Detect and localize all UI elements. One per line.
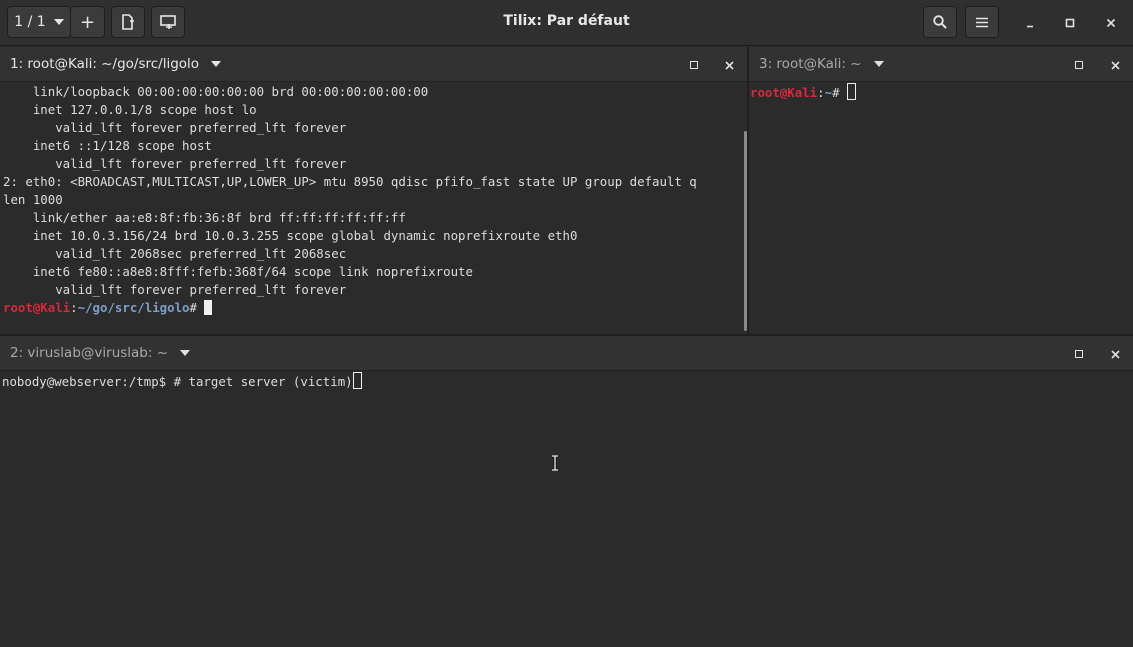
maximize-icon (1075, 350, 1083, 358)
close-icon (724, 60, 734, 70)
close-icon (1106, 18, 1116, 28)
close-icon (1110, 349, 1120, 359)
prompt-separator: : (817, 85, 825, 100)
add-right-icon (122, 14, 134, 30)
chevron-down-icon (53, 19, 64, 25)
minimize-icon (1027, 25, 1033, 28)
prompt-symbol: # (189, 300, 197, 315)
pane-3-title-button[interactable]: 3: root@Kali: ~ (759, 56, 884, 72)
pane-1-title-button[interactable]: 1: root@Kali: ~/go/src/ligolo (10, 56, 222, 72)
close-window-button[interactable] (1100, 12, 1122, 34)
terminal-pane-3[interactable]: 3: root@Kali: ~ root@Kali:~# (749, 47, 1133, 334)
pane-3-header: 3: root@Kali: ~ (749, 47, 1133, 82)
minimize-button[interactable] (1019, 12, 1041, 34)
close-icon (1110, 60, 1120, 70)
terminal-line: len 1000 (3, 192, 63, 207)
pane-2-title-button[interactable]: 2: viruslab@viruslab: ~ (10, 345, 191, 361)
pane-1-header: 1: root@Kali: ~/go/src/ligolo (0, 47, 747, 82)
terminal-pane-2[interactable]: 2: viruslab@viruslab: ~ nobody@webserver… (0, 336, 1133, 647)
pane-3-maximize-button[interactable] (1071, 57, 1087, 73)
add-terminal-right-button[interactable] (111, 6, 145, 38)
pane-3-title: 3: root@Kali: ~ (759, 56, 862, 72)
session-switcher-button[interactable]: 1 / 1 (7, 6, 71, 38)
terminal-line: link/ether aa:e8:8f:fb:36:8f brd ff:ff:f… (3, 210, 406, 225)
pane-2-header: 2: viruslab@viruslab: ~ (0, 336, 1133, 371)
terminal-output[interactable]: link/loopback 00:00:00:00:00:00 brd 00:0… (3, 83, 747, 317)
terminal-line: valid_lft forever preferred_lft forever (3, 156, 347, 171)
prompt-path: ~ (824, 85, 833, 100)
maximize-icon (1075, 61, 1083, 69)
prompt-user: root@Kali (3, 300, 71, 315)
prompt-line: root@Kali:~# (750, 83, 857, 100)
terminal-line: nobody@webserver:/tmp$ # target server (… (2, 374, 353, 389)
terminal-cursor (204, 300, 213, 315)
session-counter: 1 / 1 (14, 14, 46, 30)
pane-3-close-button[interactable] (1107, 57, 1123, 73)
terminal-line: inet6 ::1/128 scope host (3, 138, 212, 153)
text-cursor-icon (552, 455, 558, 471)
pane-1-maximize-button[interactable] (686, 57, 702, 73)
search-icon (933, 15, 947, 29)
pane-2-maximize-button[interactable] (1071, 346, 1087, 362)
add-terminal-down-button[interactable] (151, 6, 185, 38)
terminal-pane-1[interactable]: 1: root@Kali: ~/go/src/ligolo link/loopb… (0, 47, 747, 334)
add-session-button[interactable]: + (71, 6, 105, 38)
maximize-button[interactable] (1059, 12, 1081, 34)
header-bar: 1 / 1 + Tilix: Par défaut (0, 0, 1133, 46)
chevron-down-icon (873, 61, 884, 67)
terminal-cursor (352, 372, 362, 389)
terminal-line: inet 127.0.0.1/8 scope host lo (3, 102, 257, 117)
terminal-line: inet 10.0.3.156/24 brd 10.0.3.255 scope … (3, 228, 578, 243)
terminal-line: valid_lft forever preferred_lft forever (3, 282, 347, 297)
terminal-output[interactable]: nobody@webserver:/tmp$ # target server (… (2, 372, 1133, 391)
terminal-line: valid_lft forever preferred_lft forever (3, 120, 347, 135)
terminal-output[interactable]: root@Kali:~# (750, 83, 1133, 102)
add-down-icon (160, 15, 176, 29)
chevron-down-icon (211, 61, 222, 67)
prompt-user: root@Kali (750, 85, 818, 100)
hamburger-icon (976, 17, 988, 27)
prompt-separator: : (70, 300, 78, 315)
terminal-line: link/loopback 00:00:00:00:00:00 brd 00:0… (3, 84, 429, 99)
search-button[interactable] (923, 6, 957, 38)
maximize-icon (690, 61, 698, 69)
prompt-line: root@Kali:~/go/src/ligolo# (3, 300, 213, 315)
maximize-icon (1065, 18, 1075, 28)
terminal-cursor (847, 83, 857, 100)
terminal-line: 2: eth0: <BROADCAST,MULTICAST,UP,LOWER_U… (3, 174, 697, 189)
prompt-symbol: # (832, 85, 840, 100)
chevron-down-icon (180, 350, 191, 356)
pane-1-close-button[interactable] (721, 57, 737, 73)
pane-2-title: 2: viruslab@viruslab: ~ (10, 345, 169, 361)
terminal-line: inet6 fe80::a8e8:8fff:fefb:368f/64 scope… (3, 264, 473, 279)
menu-button[interactable] (965, 6, 999, 38)
terminal-line: valid_lft 2068sec preferred_lft 2068sec (3, 246, 347, 261)
plus-icon: + (79, 11, 96, 33)
prompt-path: ~/go/src/ligolo (77, 300, 190, 315)
pane-2-close-button[interactable] (1107, 346, 1123, 362)
pane-1-title: 1: root@Kali: ~/go/src/ligolo (10, 56, 200, 72)
